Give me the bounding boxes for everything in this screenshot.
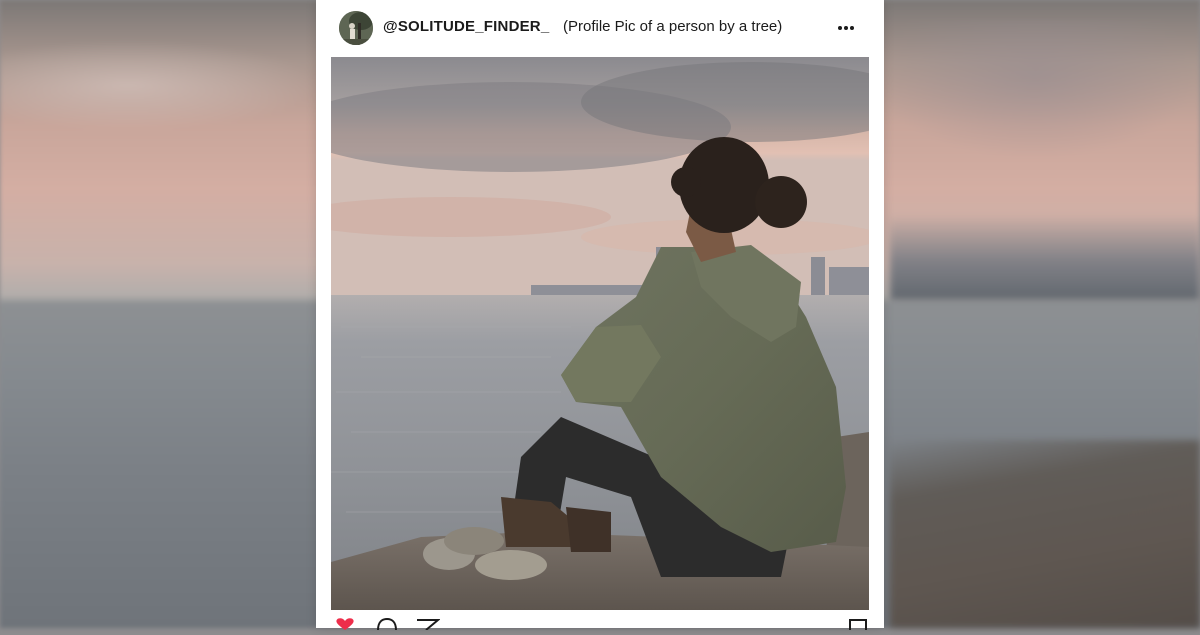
avatar[interactable] xyxy=(339,11,373,45)
profile-pic-note: (Profile Pic of a person by a tree) xyxy=(563,18,783,35)
more-options-icon[interactable] xyxy=(834,16,860,38)
background-rocks xyxy=(890,440,1200,628)
background-cloud xyxy=(0,40,320,130)
post-card: @SOLITUDE_FINDER_ (Profile Pic of a pers… xyxy=(316,0,884,631)
post-header: @SOLITUDE_FINDER_ (Profile Pic of a pers… xyxy=(316,0,884,57)
background-skyline xyxy=(890,215,1200,300)
username[interactable]: @SOLITUDE_FINDER_ xyxy=(383,18,549,35)
heart-icon[interactable] xyxy=(334,617,356,635)
post-actions xyxy=(316,612,884,631)
comment-icon[interactable] xyxy=(376,617,398,635)
bookmark-icon[interactable] xyxy=(848,617,868,635)
post-photo[interactable] xyxy=(331,57,869,610)
background-cloud xyxy=(870,20,1200,160)
send-icon[interactable] xyxy=(416,617,441,635)
